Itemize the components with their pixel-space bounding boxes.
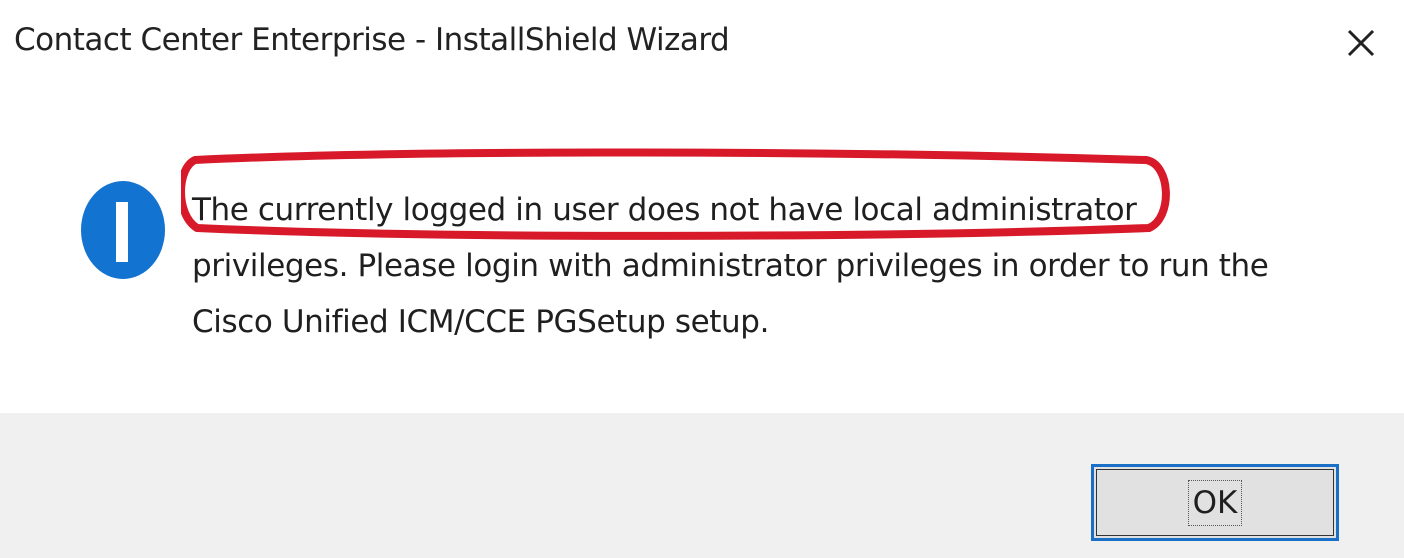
- installshield-dialog: Contact Center Enterprise - InstallShiel…: [0, 0, 1404, 558]
- message-area: The currently logged in user does not ha…: [0, 100, 1404, 413]
- message-line-2: privileges. Please login with administra…: [192, 248, 1269, 284]
- message-line-3: Cisco Unified ICM/CCE PGSetup setup.: [192, 304, 770, 340]
- message-line-1: The currently logged in user does not ha…: [192, 192, 1137, 228]
- window-title: Contact Center Enterprise - InstallShiel…: [14, 22, 730, 58]
- ok-button-label: OK: [1187, 479, 1243, 526]
- ok-button[interactable]: OK: [1091, 464, 1339, 541]
- info-icon: [80, 180, 166, 280]
- message-text: The currently logged in user does not ha…: [192, 182, 1269, 350]
- close-icon: [1347, 29, 1375, 57]
- close-button[interactable]: [1336, 18, 1386, 68]
- title-bar: Contact Center Enterprise - InstallShiel…: [0, 0, 1404, 100]
- button-bar: OK: [0, 413, 1404, 558]
